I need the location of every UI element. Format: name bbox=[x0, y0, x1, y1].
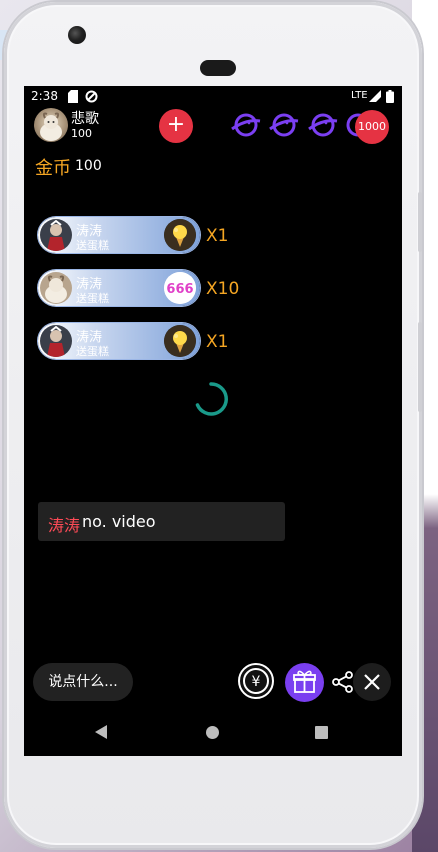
volume-button bbox=[418, 322, 422, 412]
power-button bbox=[418, 192, 422, 252]
goat-avatar-icon bbox=[40, 112, 62, 141]
network-type: LTE bbox=[351, 90, 368, 101]
gift-666-icon: 666 bbox=[164, 272, 196, 304]
chat-message: 涛涛 no. video bbox=[38, 502, 285, 541]
sender-avatar bbox=[40, 219, 72, 251]
sd-card-icon bbox=[68, 90, 78, 103]
sender-avatar bbox=[40, 325, 72, 357]
host-avatar[interactable] bbox=[34, 108, 68, 142]
comment-input[interactable]: 说点什么... bbox=[33, 663, 133, 701]
host-id-number: 100 bbox=[71, 127, 92, 140]
front-camera bbox=[68, 26, 86, 44]
gift-box-icon bbox=[293, 670, 316, 693]
navigation-bar bbox=[24, 716, 402, 756]
battery-icon bbox=[386, 90, 394, 103]
status-time: 2:38 bbox=[31, 89, 58, 103]
gift-notification: 涛涛 送蛋糕 bbox=[38, 217, 200, 253]
follow-button[interactable]: + bbox=[159, 109, 193, 143]
close-button[interactable] bbox=[353, 663, 391, 701]
signal-icon bbox=[369, 90, 381, 102]
gift-item bbox=[164, 325, 196, 357]
back-icon[interactable] bbox=[95, 725, 107, 739]
share-icon bbox=[332, 671, 353, 693]
planet-icon[interactable] bbox=[268, 109, 300, 141]
svg-text:666: 666 bbox=[166, 282, 193, 297]
gift-button[interactable] bbox=[285, 663, 324, 702]
data-saver-icon bbox=[85, 90, 98, 103]
host-name: 悲歌 bbox=[71, 111, 99, 127]
gift-item: 666 bbox=[164, 272, 196, 304]
gift-action: 送蛋糕 bbox=[76, 239, 109, 252]
gift-count: X1 bbox=[206, 332, 229, 352]
chat-text: no. video bbox=[82, 512, 156, 531]
close-icon bbox=[364, 674, 380, 690]
hero-avatar-icon bbox=[40, 219, 72, 251]
loading-spinner-icon bbox=[195, 382, 228, 416]
earpiece-speaker bbox=[200, 60, 236, 76]
recents-icon[interactable] bbox=[315, 726, 328, 739]
gift-notification: 涛涛 送蛋糕 666 bbox=[38, 270, 200, 306]
coin-button[interactable]: ¥ bbox=[238, 663, 274, 699]
chat-username[interactable]: 涛涛 bbox=[48, 512, 80, 536]
share-button[interactable] bbox=[331, 670, 355, 694]
gift-count: X1 bbox=[206, 226, 229, 246]
planet-icon[interactable] bbox=[230, 109, 262, 141]
svg-text:¥: ¥ bbox=[252, 674, 261, 690]
ice-cream-icon bbox=[164, 219, 196, 251]
gift-action: 送蛋糕 bbox=[76, 345, 109, 358]
viewer-count-badge[interactable]: 1000 bbox=[355, 110, 389, 144]
goat-avatar-icon bbox=[40, 272, 72, 304]
yen-coin-icon: ¥ bbox=[238, 663, 274, 699]
sender-avatar bbox=[40, 272, 72, 304]
gift-notification: 涛涛 送蛋糕 bbox=[38, 323, 200, 359]
gift-action: 送蛋糕 bbox=[76, 292, 109, 305]
live-room-screen: 2:38 LTE 悲歌 100 + 1000 金币 100 涛涛 送蛋糕 X1 … bbox=[24, 86, 402, 756]
planet-icon[interactable] bbox=[307, 109, 339, 141]
coins-label: 金币 bbox=[35, 158, 71, 179]
gift-item bbox=[164, 219, 196, 251]
coins-value: 100 bbox=[75, 158, 102, 174]
status-bar: 2:38 LTE bbox=[24, 86, 402, 108]
gift-count: X10 bbox=[206, 279, 240, 299]
hero-avatar-icon bbox=[40, 325, 72, 357]
ice-cream-icon bbox=[164, 325, 196, 357]
home-icon[interactable] bbox=[206, 726, 219, 739]
